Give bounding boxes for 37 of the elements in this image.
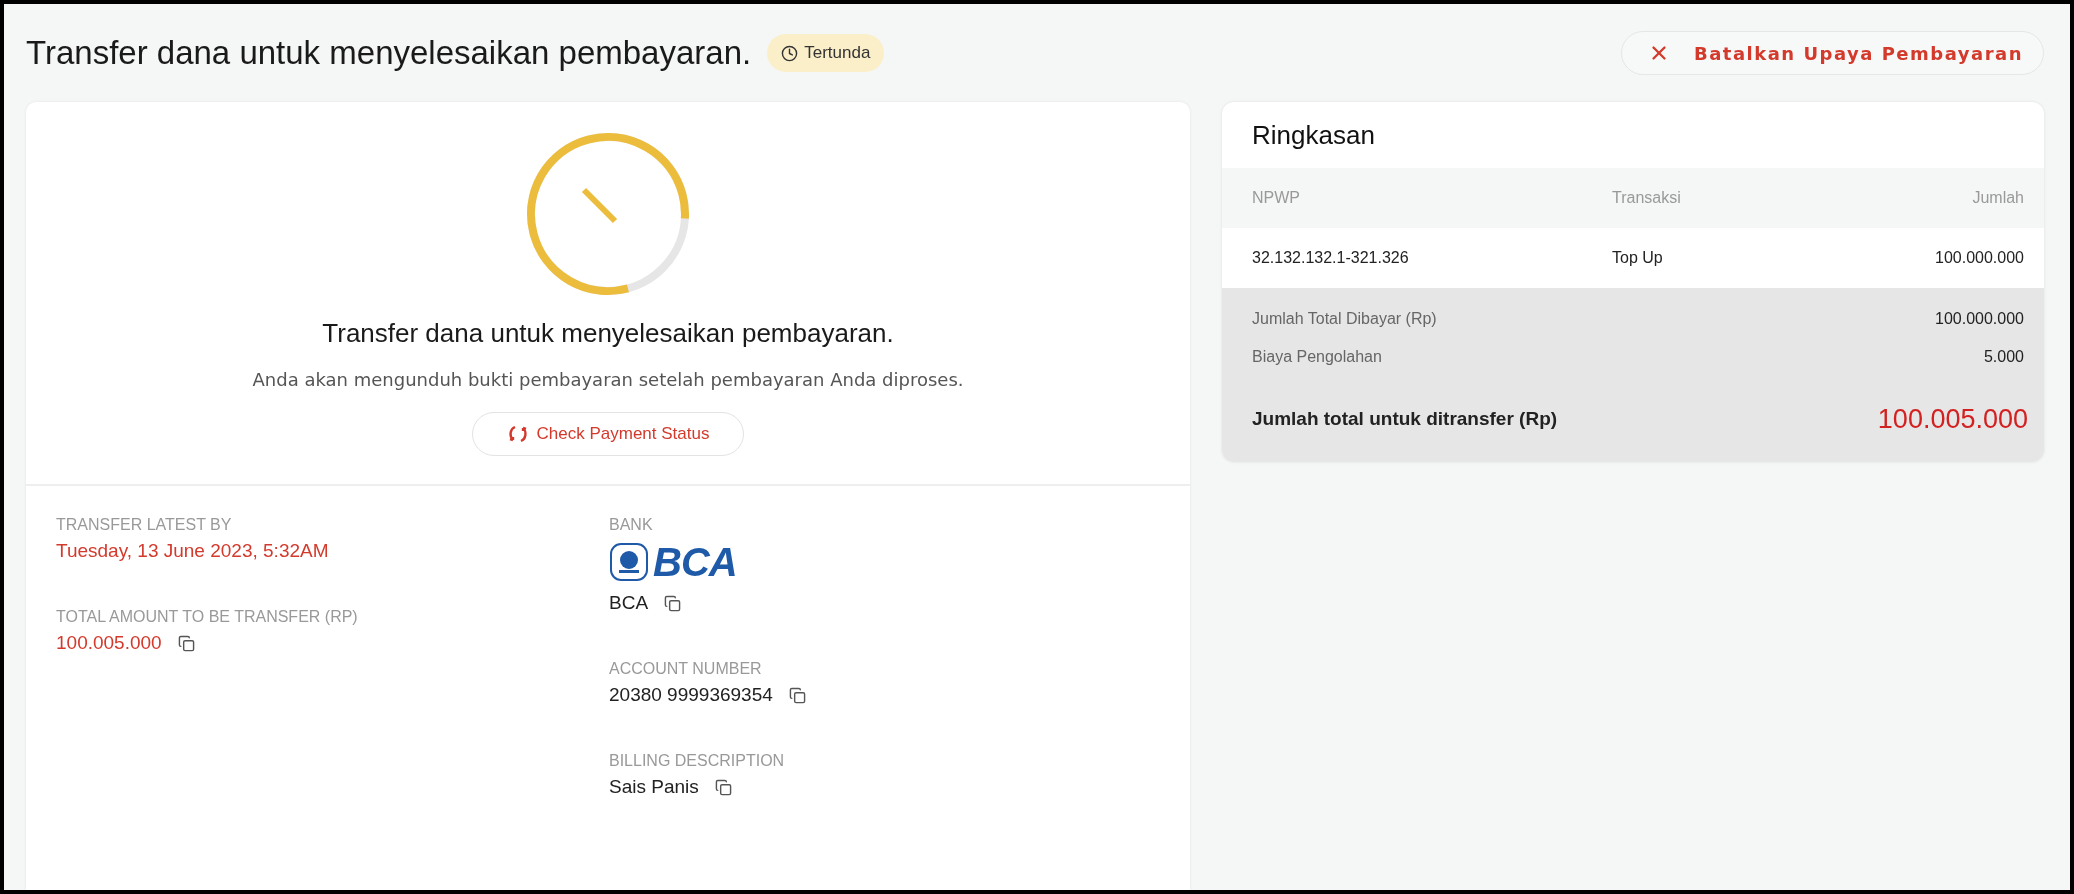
detail-value: Sais Panis — [609, 776, 699, 798]
copy-icon[interactable] — [788, 686, 806, 704]
charge-value: 100.000.000 — [1935, 310, 2024, 328]
countdown-timer-icon — [524, 130, 692, 298]
detail-label: ACCOUNT NUMBER — [609, 660, 763, 678]
detail-label: BANK — [609, 516, 654, 534]
total-value: 100.005.000 — [1877, 403, 2028, 435]
copy-icon[interactable] — [177, 634, 195, 652]
total-label: Jumlah total untuk ditransfer (Rp) — [1252, 408, 1558, 430]
copy-icon[interactable] — [664, 594, 682, 612]
detail-value: 100.005.000 — [56, 632, 162, 654]
payment-description: Anda akan mengunduh bukti pembayaran setelah pembayaran Anda diproses. — [252, 369, 964, 390]
table-cell-text: 32.132.132.1-321.326 — [1252, 249, 1410, 267]
cancel-payment-button[interactable]: Batalkan Upaya Pembayaran — [1620, 31, 2044, 75]
summary-title: Ringkasan — [1251, 118, 1376, 152]
column-header: Jumlah — [1971, 189, 2024, 207]
page-title: Transfer dana untuk menyelesaikan pembayaran. — [26, 34, 752, 72]
payment-heading: Transfer dana untuk menyelesaikan pembayaran. — [322, 318, 894, 349]
charge-label: Biaya Pengolahan — [1252, 348, 1382, 366]
clock-icon — [781, 44, 799, 62]
column-header: NPWP — [1252, 189, 1301, 207]
check-status-button[interactable]: Check Payment Status — [471, 412, 745, 456]
detail-value: 20380 9999369354 — [609, 684, 773, 706]
charge-value: 5.000 — [1983, 348, 2024, 366]
table-cell-text: 100.000.000 — [1934, 249, 2024, 267]
detail-value: Tuesday, 13 June 2023, 5:32AM — [56, 540, 329, 562]
status-label: Tertunda — [804, 43, 871, 63]
refresh-icon — [506, 424, 529, 444]
table-cell-text: Top Up — [1612, 249, 1664, 267]
bank-logo: BCA — [609, 542, 1160, 582]
column-header: Transaksi — [1612, 189, 1682, 207]
detail-label: TOTAL AMOUNT TO BE TRANSFER (RP) — [56, 608, 359, 626]
copy-icon[interactable] — [714, 778, 732, 796]
charge-label: Jumlah Total Dibayar (Rp) — [1252, 310, 1437, 328]
detail-label: BILLING DESCRIPTION — [609, 752, 786, 770]
detail-value: BCA — [609, 592, 649, 614]
detail-label: TRANSFER LATEST BY — [56, 516, 233, 534]
